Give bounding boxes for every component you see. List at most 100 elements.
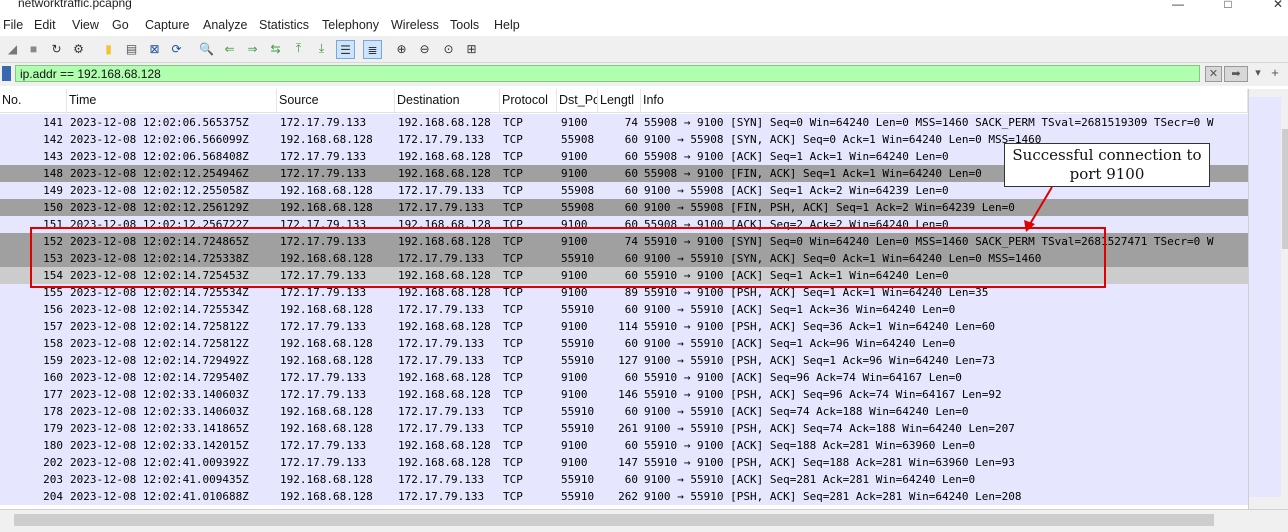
last-packet-icon[interactable]: ⤓ (313, 40, 330, 57)
cell-dst-port: 55910 (561, 473, 595, 486)
apply-filter-icon[interactable]: ➡ (1224, 66, 1248, 82)
col-header-info[interactable]: Info (641, 89, 1248, 112)
menu-capture[interactable]: Capture (145, 18, 189, 32)
cell-destination: 192.168.68.128 (398, 388, 491, 401)
colorize-icon[interactable]: ≣ (363, 40, 382, 59)
cell-info: 9100 → 55910 [PSH, ACK] Seq=281 Ack=281 … (644, 490, 1022, 503)
menu-telephony[interactable]: Telephony (322, 18, 379, 32)
go-forward-icon[interactable]: ⇒ (244, 40, 261, 57)
menu-wireless[interactable]: Wireless (391, 18, 439, 32)
cell-protocol: TCP (503, 439, 523, 452)
cell-dst-port: 9100 (561, 439, 588, 452)
cell-time: 2023-12-08 12:02:12.255058Z (70, 184, 249, 197)
packet-row[interactable]: 203 2023-12-08 12:02:41.009435Z 192.168.68… (0, 471, 1248, 488)
cell-destination: 172.17.79.133 (398, 184, 485, 197)
cell-length: 74 (624, 116, 638, 129)
cell-time: 2023-12-08 12:02:12.254946Z (70, 167, 249, 180)
close-icon[interactable]: ✕ (1268, 0, 1288, 11)
cell-time: 2023-12-08 12:02:33.140603Z (70, 388, 249, 401)
cell-destination: 192.168.68.128 (398, 320, 491, 333)
stop-icon[interactable]: ■ (25, 40, 42, 57)
add-filter-button-icon[interactable]: + (1268, 66, 1282, 82)
cell-protocol: TCP (503, 133, 523, 146)
col-header-no[interactable]: No. (0, 89, 67, 112)
cell-protocol: TCP (503, 388, 523, 401)
cell-destination: 172.17.79.133 (398, 337, 485, 350)
cell-dst-port: 9100 (561, 456, 588, 469)
cell-info: 55908 → 9100 [SYN] Seq=0 Win=64240 Len=0… (644, 116, 1214, 129)
menu-file[interactable]: File (3, 18, 23, 32)
cell-dst-port: 9100 (561, 167, 588, 180)
display-filter-input[interactable] (15, 65, 1200, 82)
horizontal-scroll-thumb[interactable] (14, 514, 1214, 526)
find-icon[interactable]: 🔍 (198, 40, 215, 57)
packet-row[interactable]: 178 2023-12-08 12:02:33.140603Z 192.168.68… (0, 403, 1248, 420)
packet-row[interactable]: 157 2023-12-08 12:02:14.725812Z 172.17.79.… (0, 318, 1248, 335)
cell-protocol: TCP (503, 371, 523, 384)
packet-minimap[interactable] (1249, 97, 1281, 497)
menu-help[interactable]: Help (494, 18, 520, 32)
horizontal-scrollbar[interactable] (0, 509, 1288, 532)
menu-statistics[interactable]: Statistics (259, 18, 309, 32)
packet-row[interactable]: 202 2023-12-08 12:02:41.009392Z 172.17.79.… (0, 454, 1248, 471)
zoom-normal-icon[interactable]: ⊙ (440, 40, 457, 57)
col-header-source[interactable]: Source (277, 89, 395, 112)
zoom-out-icon[interactable]: ⊖ (416, 40, 433, 57)
col-header-length[interactable]: Lengtl (598, 89, 641, 112)
open-icon[interactable]: ▮ (100, 40, 117, 57)
packet-row[interactable]: 160 2023-12-08 12:02:14.729540Z 172.17.79.… (0, 369, 1248, 386)
cell-protocol: TCP (503, 320, 523, 333)
filter-bookmark-icon[interactable] (2, 66, 11, 81)
menu-analyze[interactable]: Analyze (203, 18, 247, 32)
reload-icon[interactable]: ⟳ (168, 40, 185, 57)
cell-no: 160 (43, 371, 63, 384)
menu-tools[interactable]: Tools (450, 18, 479, 32)
minimize-icon[interactable]: — (1168, 0, 1188, 11)
packet-row[interactable]: 141 2023-12-08 12:02:06.565375Z 172.17.79.… (0, 114, 1248, 131)
options-icon[interactable]: ⚙ (70, 40, 87, 57)
cell-length: 60 (624, 201, 638, 214)
packet-row[interactable]: 204 2023-12-08 12:02:41.010688Z 192.168.68… (0, 488, 1248, 505)
vertical-scroll-thumb[interactable] (1282, 129, 1288, 249)
packet-row[interactable]: 156 2023-12-08 12:02:14.725534Z 192.168.68… (0, 301, 1248, 318)
cell-destination: 172.17.79.133 (398, 133, 485, 146)
packet-row[interactable]: 159 2023-12-08 12:02:14.729492Z 192.168.68… (0, 352, 1248, 369)
first-packet-icon[interactable]: ⤒ (290, 40, 307, 57)
packet-row[interactable]: 180 2023-12-08 12:02:33.142015Z 172.17.79.… (0, 437, 1248, 454)
resize-columns-icon[interactable]: ⊞ (463, 40, 480, 57)
shark-fin-start-icon[interactable]: ◢ (4, 40, 21, 57)
restart-icon[interactable]: ↻ (48, 40, 65, 57)
packet-row[interactable]: 179 2023-12-08 12:02:33.141865Z 192.168.68… (0, 420, 1248, 437)
menu-view[interactable]: View (72, 18, 99, 32)
zoom-in-icon[interactable]: ⊕ (393, 40, 410, 57)
menu-edit[interactable]: Edit (34, 18, 56, 32)
cell-no: 150 (43, 201, 63, 214)
cell-source: 192.168.68.128 (280, 337, 373, 350)
go-back-icon[interactable]: ⇐ (221, 40, 238, 57)
maximize-icon[interactable]: □ (1218, 0, 1238, 11)
col-header-destination[interactable]: Destination (395, 89, 500, 112)
cell-destination: 192.168.68.128 (398, 167, 491, 180)
col-header-time[interactable]: Time (67, 89, 277, 112)
packet-row[interactable]: 177 2023-12-08 12:02:33.140603Z 172.17.79.… (0, 386, 1248, 403)
close-file-icon[interactable]: ⊠ (146, 40, 163, 57)
vertical-scrollbar[interactable] (1248, 89, 1288, 509)
packet-row[interactable]: 150 2023-12-08 12:02:12.256129Z 192.168.68… (0, 199, 1248, 216)
packet-row[interactable]: 158 2023-12-08 12:02:14.725812Z 192.168.68… (0, 335, 1248, 352)
col-header-protocol[interactable]: Protocol (500, 89, 557, 112)
cell-length: 114 (618, 320, 638, 333)
cell-dst-port: 55910 (561, 303, 595, 316)
cell-length: 60 (624, 303, 638, 316)
filter-history-chevron-icon[interactable]: ▾ (1251, 66, 1265, 82)
save-icon[interactable]: ▤ (123, 40, 140, 57)
autoscroll-icon[interactable]: ☰ (336, 40, 355, 59)
col-header-dst-port[interactable]: Dst_Po (557, 89, 598, 112)
menu-go[interactable]: Go (112, 18, 129, 32)
cell-no: 180 (43, 439, 63, 452)
cell-protocol: TCP (503, 303, 523, 316)
go-to-packet-icon[interactable]: ⇆ (267, 40, 284, 57)
cell-protocol: TCP (503, 167, 523, 180)
cell-time: 2023-12-08 12:02:33.142015Z (70, 439, 249, 452)
clear-filter-icon[interactable]: ✕ (1205, 66, 1222, 82)
cell-source: 192.168.68.128 (280, 405, 373, 418)
